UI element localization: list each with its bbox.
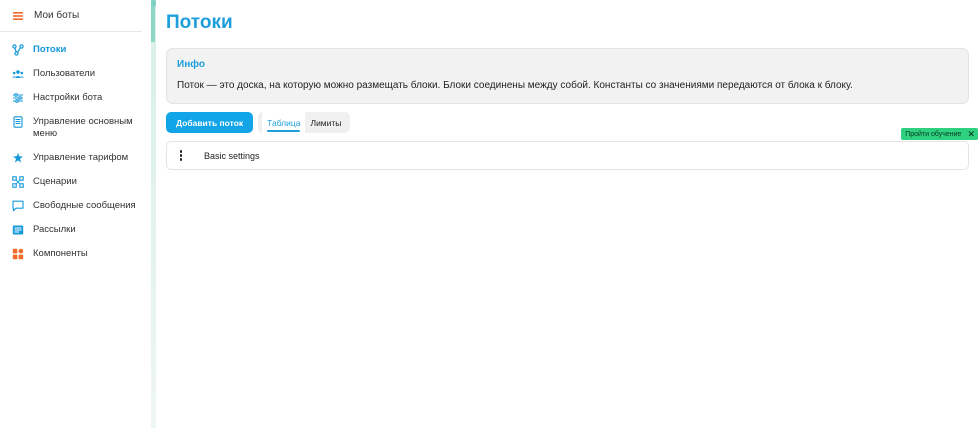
toolbar: Добавить поток Таблица Лимиты (166, 112, 970, 133)
menu-device-icon (13, 116, 23, 128)
sidebar-item-label: Настройки бота (33, 92, 103, 103)
tab-table[interactable]: Таблица (262, 112, 306, 133)
sidebar-resize-handle[interactable] (151, 0, 156, 428)
components-icon (12, 248, 24, 260)
close-icon[interactable]: ✕ (967, 128, 975, 140)
info-text: Поток — это доска, на которую можно разм… (177, 80, 853, 91)
flows-list: Basic settings (166, 141, 969, 170)
sidebar-item-label: Свободные сообщения (33, 200, 136, 211)
tab-limits[interactable]: Лимиты (305, 112, 346, 133)
sidebar-item-scenarios[interactable]: Сценарии (0, 170, 150, 194)
mailing-icon (12, 225, 24, 235)
sidebar-item-label: Сценарии (33, 176, 77, 187)
users-icon (12, 70, 24, 78)
sidebar-item-users[interactable]: Пользователи (0, 62, 150, 86)
my-bots-link[interactable]: Мои боты (0, 0, 142, 32)
tariff-icon (13, 152, 23, 163)
tutorial-badge[interactable]: Пройти обучение ✕ (901, 128, 978, 140)
flow-icon (12, 44, 24, 56)
hamburger-icon (13, 11, 23, 20)
info-panel: Инфо Поток — это доска, на которую можно… (166, 48, 969, 104)
sidebar-item-free-messages[interactable]: Свободные сообщения (0, 194, 150, 218)
sidebar-item-components[interactable]: Компоненты (0, 242, 150, 266)
sidebar-item-mailings[interactable]: Рассылки (0, 218, 150, 242)
my-bots-label: Мои боты (34, 10, 80, 21)
sidebar-item-main-menu[interactable]: Управление основным меню (0, 110, 150, 146)
more-options-icon[interactable] (176, 150, 186, 161)
sidebar-item-label: Управление тарифом (33, 152, 129, 163)
info-title: Инфо (177, 59, 205, 70)
sliders-icon (13, 93, 23, 103)
sidebar-item-flows[interactable]: Потоки (0, 38, 150, 62)
sidebar-item-label: Пользователи (33, 68, 96, 79)
tutorial-label[interactable]: Пройти обучение (905, 131, 961, 138)
list-item[interactable]: Basic settings (204, 151, 260, 161)
sidebar-item-label: Управление основным меню (33, 116, 133, 139)
sidebar-item-label: Компоненты (33, 248, 88, 259)
scenario-icon (12, 176, 24, 188)
chat-icon (12, 200, 24, 212)
sidebar-item-label: Рассылки (33, 224, 76, 235)
sidebar: Мои боты Потоки Пользователи Настройки б… (0, 0, 150, 428)
sidebar-item-bot-settings[interactable]: Настройки бота (0, 86, 150, 110)
sidebar-item-tariff[interactable]: Управление тарифом (0, 146, 150, 170)
page-title: Потоки (166, 12, 233, 33)
sidebar-item-label: Потоки (33, 44, 67, 55)
main-content: Потоки Инфо Поток — это доска, на котору… (166, 0, 970, 170)
add-flow-button[interactable]: Добавить поток (166, 112, 254, 133)
view-tabs: Таблица Лимиты (258, 112, 351, 133)
